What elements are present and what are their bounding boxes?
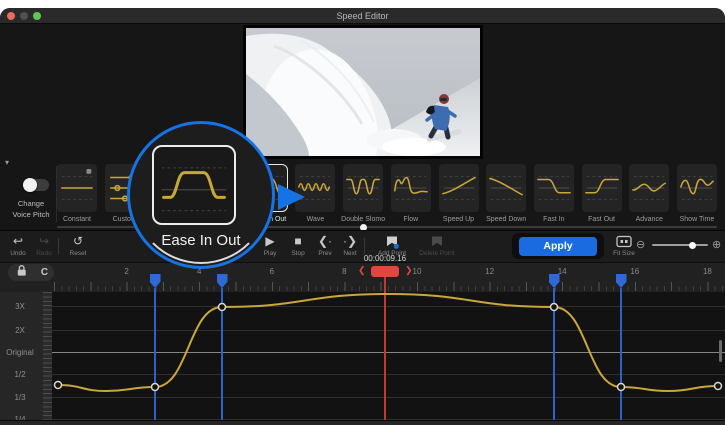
ruler-number: 2: [119, 267, 135, 276]
ruler-number: 12: [482, 267, 498, 276]
ruler-number: 8: [336, 267, 352, 276]
playhead-right-arrow-icon[interactable]: ❯: [405, 265, 413, 276]
voice-pitch-label: Change Voice Pitch: [0, 198, 62, 220]
redo-button[interactable]: ↪ Redo: [30, 234, 58, 257]
speed-axis-ticks: [43, 292, 52, 420]
speed-editor-window: Speed Editor: [0, 8, 725, 425]
preset-thumbnail: [534, 164, 574, 212]
voice-pitch-toggle[interactable]: [23, 179, 49, 191]
preset-thumbnail: [629, 164, 669, 212]
stop-button[interactable]: ■ Stop: [284, 234, 312, 257]
preset-thumbnail: [391, 164, 431, 212]
playhead-left-arrow-icon[interactable]: ❮: [358, 265, 366, 276]
speed-axis: 3X2XOriginal1/21/31/4: [0, 292, 43, 420]
speed-curve[interactable]: [52, 292, 725, 420]
titlebar: Speed Editor: [0, 8, 725, 24]
prev-icon: ❮·: [311, 234, 339, 249]
zoom-slider-knob[interactable]: [689, 242, 696, 249]
curve-control-point[interactable]: [152, 384, 159, 391]
graph-zoom-slider[interactable]: [652, 244, 708, 246]
preset-label: Flow: [403, 216, 418, 223]
speed-axis-label: Original: [0, 348, 40, 357]
video-preview: [243, 25, 483, 159]
preset-label: Speed Up: [443, 216, 474, 223]
toggle-knob: [23, 178, 37, 192]
speed-axis-label: 1/3: [0, 393, 40, 402]
preset-label: Wave: [307, 216, 325, 223]
prev-button[interactable]: ❮· Prev: [311, 234, 339, 257]
toolbar-separator: [364, 238, 365, 254]
toolbar-separator: [58, 238, 59, 254]
snowboarder-video-frame: [246, 28, 480, 156]
preset-thumbnail: [439, 164, 479, 212]
apply-button-container: Apply: [512, 233, 604, 259]
preset-show-time[interactable]: Show Time: [677, 164, 717, 226]
undo-button[interactable]: ↩ Undo: [4, 234, 32, 257]
lock-icon[interactable]: [14, 263, 29, 283]
window-title: Speed Editor: [0, 11, 725, 21]
next-icon: ·❯: [336, 234, 364, 249]
preset-thumbnail: [295, 164, 335, 212]
playhead-handle[interactable]: [371, 266, 399, 277]
preset-thumbnail: [677, 164, 717, 212]
curve-control-point[interactable]: [219, 304, 226, 311]
timecode-display: 00:00:09.16: [340, 254, 430, 263]
speed-axis-label: 1/2: [0, 370, 40, 379]
speed-axis-label: 2X: [0, 326, 40, 335]
preset-thumbnail: [582, 164, 622, 212]
collapse-panel-icon[interactable]: ▾: [5, 158, 9, 167]
loop-playback-button[interactable]: C: [41, 267, 48, 278]
preset-label: Constant: [63, 216, 91, 223]
preset-flow[interactable]: Flow: [391, 164, 431, 226]
apply-button[interactable]: Apply: [519, 237, 597, 256]
preset-label: Fast Out: [588, 216, 615, 223]
preset-speed-up[interactable]: Speed Up: [439, 164, 479, 226]
preset-label: Fast In: [543, 216, 564, 223]
graph-horizontal-scrollbar[interactable]: [0, 420, 725, 425]
preset-fast-out[interactable]: Fast Out: [582, 164, 622, 226]
callout-preset-card: [152, 145, 236, 225]
preset-thumbnail: [486, 164, 526, 212]
add-point-icon: [372, 234, 412, 249]
preset-label: Show Time: [680, 216, 715, 223]
callout-magnifier: Ease In Out: [127, 121, 275, 269]
zoom-out-icon[interactable]: ⊖: [636, 238, 645, 251]
preset-thumbnail: [57, 164, 97, 212]
preset-label: Double Slomo: [341, 216, 385, 223]
speed-curve-graph: 3X2XOriginal1/21/31/4: [0, 292, 725, 420]
ruler-number: 16: [627, 267, 643, 276]
preset-label: Speed Down: [486, 216, 526, 223]
speed-axis-label: 3X: [0, 302, 40, 311]
delete-point-icon: [414, 234, 460, 249]
reset-button[interactable]: ↺ Reset: [64, 234, 92, 257]
ruler-number: 18: [699, 267, 715, 276]
preset-thumbnail: [343, 164, 383, 212]
preset-speed-down[interactable]: Speed Down: [486, 164, 526, 226]
speed-curve-path: [58, 294, 718, 391]
preset-wave[interactable]: Wave: [295, 164, 335, 226]
preset-constant[interactable]: Constant: [57, 164, 97, 226]
stop-icon: ■: [284, 234, 312, 249]
zoom-in-icon[interactable]: ⊕: [712, 238, 721, 251]
undo-icon: ↩: [4, 234, 32, 249]
redo-icon: ↪: [30, 234, 58, 249]
timeline-tools: C: [8, 264, 54, 281]
preset-fast-in[interactable]: Fast In: [534, 164, 574, 226]
reset-icon: ↺: [64, 234, 92, 249]
preset-label: Advance: [636, 216, 663, 223]
graph-vertical-scrollbar[interactable]: [719, 340, 722, 362]
curve-control-point[interactable]: [715, 383, 722, 390]
ruler-number: 6: [264, 267, 280, 276]
curve-control-point[interactable]: [551, 304, 558, 311]
preset-double-slomo[interactable]: Double Slomo: [343, 164, 383, 226]
curve-control-point[interactable]: [618, 384, 625, 391]
callout-label: Ease In Out: [130, 232, 272, 249]
preset-advance[interactable]: Advance: [629, 164, 669, 226]
curve-control-point[interactable]: [55, 382, 62, 389]
